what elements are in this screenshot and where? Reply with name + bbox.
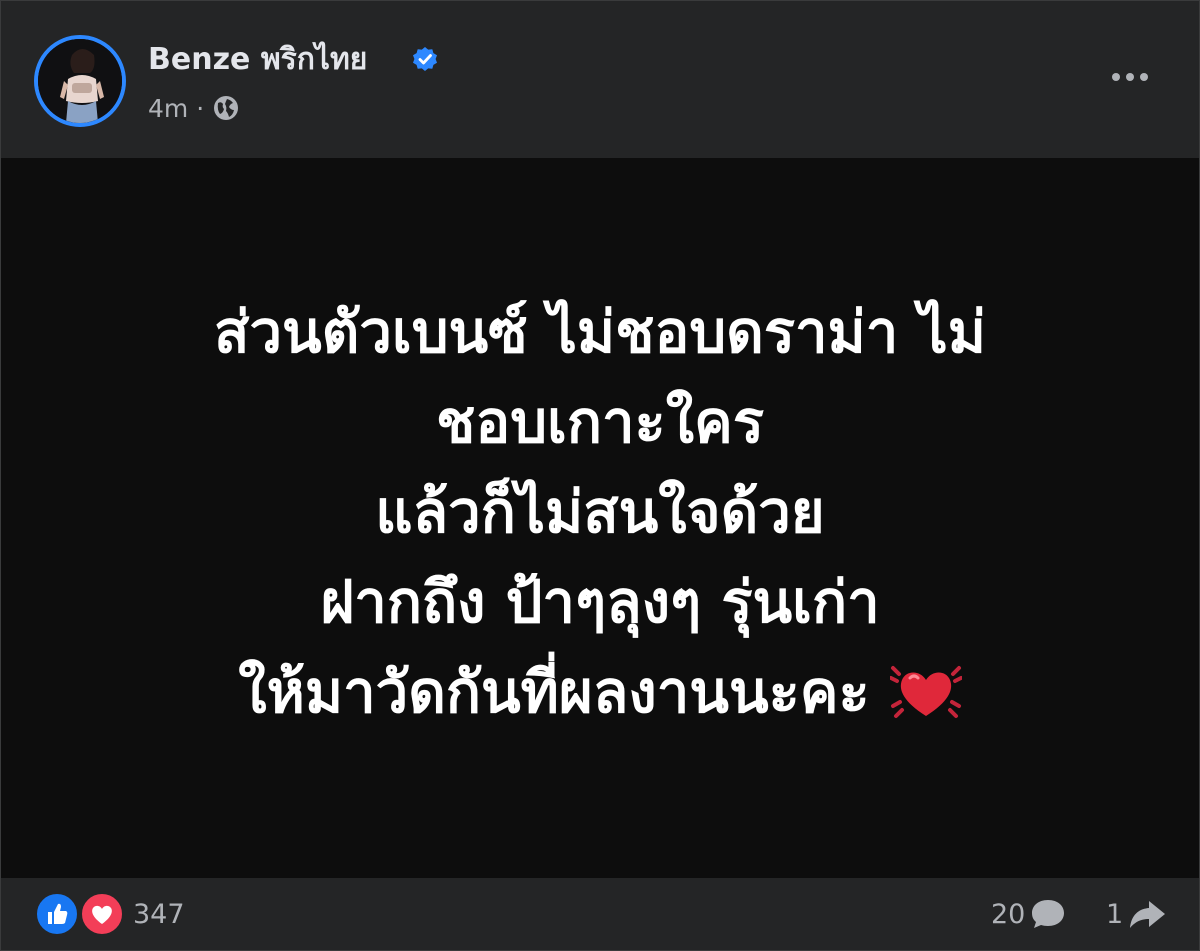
post-text-line-2: ชอบเกาะใคร <box>436 388 764 456</box>
reactions-summary[interactable]: 347 <box>34 878 185 950</box>
author-avatar[interactable] <box>34 35 126 127</box>
share-count: 1 <box>1106 898 1124 930</box>
like-icon <box>34 891 80 937</box>
shares-count-button[interactable]: 1 <box>1106 878 1167 950</box>
post-text-line-5-row: ให้มาวัดกันที่ผลงานนะคะ <box>238 647 962 737</box>
reaction-count: 347 <box>133 898 185 930</box>
share-icon <box>1130 901 1166 928</box>
post-timestamp[interactable]: 4m <box>148 94 188 123</box>
post-text-line-4: ฝากถึง ป้าๆลุงๆ รุ่นเก่า <box>320 568 880 636</box>
post-text-line-1: ส่วนตัวเบนซ์ ไม่ชอบดราม่า ไม่ <box>214 298 986 366</box>
facebook-post: Benze พริกไทย 4m · ส่วนตัวเบนซ์ ไม่ชอบดร… <box>0 0 1200 951</box>
more-options-icon <box>1112 73 1148 81</box>
beating-heart-icon <box>889 666 962 718</box>
globe-icon[interactable] <box>212 94 240 122</box>
avatar-image <box>38 39 122 123</box>
more-options-button[interactable] <box>1105 57 1155 97</box>
post-text-line-3: แล้วก็ไม่สนใจด้วย <box>375 478 825 546</box>
comment-count: 20 <box>991 898 1026 930</box>
verified-badge-icon <box>413 47 437 71</box>
post-header: Benze พริกไทย 4m · <box>1 1 1199 158</box>
post-text-background: ส่วนตัวเบนซ์ ไม่ชอบดราม่า ไม่ ชอบเกาะใคร… <box>1 158 1199 878</box>
post-text: ส่วนตัวเบนซ์ ไม่ชอบดราม่า ไม่ ชอบเกาะใคร… <box>214 287 986 737</box>
meta-separator: · <box>196 93 205 123</box>
love-icon <box>79 891 125 937</box>
reaction-icons <box>34 891 125 937</box>
post-meta: 4m · <box>148 91 240 125</box>
comment-icon <box>1032 900 1065 928</box>
author-name[interactable]: Benze พริกไทย <box>148 40 367 80</box>
post-text-line-5: ให้มาวัดกันที่ผลงานนะคะ <box>238 658 870 726</box>
comments-count-button[interactable]: 20 <box>991 878 1067 950</box>
post-footer: 347 20 1 <box>1 878 1199 950</box>
